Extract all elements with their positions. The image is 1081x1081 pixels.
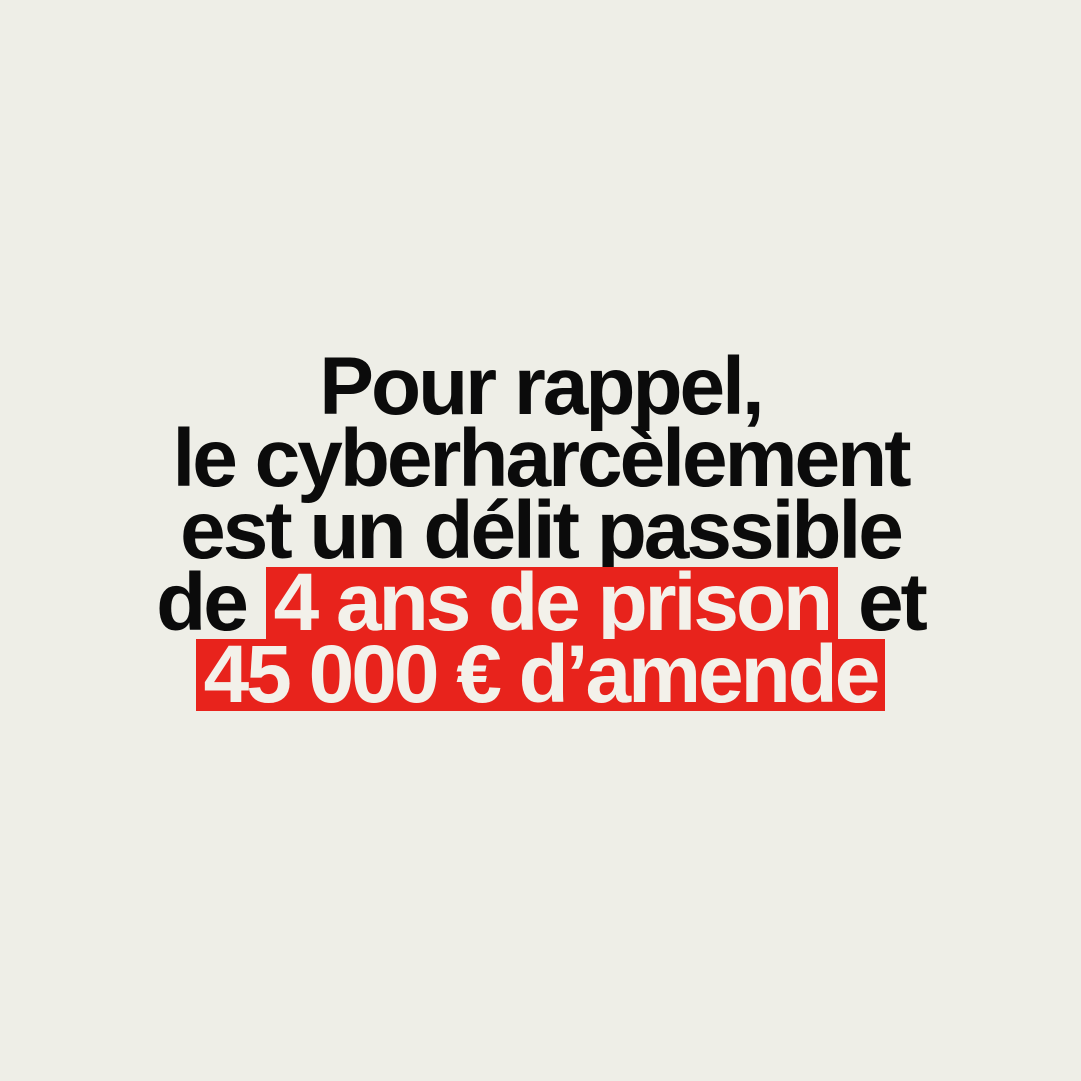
- announcement-text: Pour rappel, le cyberharcèlement est un …: [0, 346, 1081, 716]
- text-line-5: 45 000 € d’amende: [0, 634, 1081, 716]
- fine-highlight: 45 000 € d’amende: [195, 634, 886, 716]
- post-canvas: { "colors": { "background": "#eeeee7", "…: [0, 0, 1081, 1081]
